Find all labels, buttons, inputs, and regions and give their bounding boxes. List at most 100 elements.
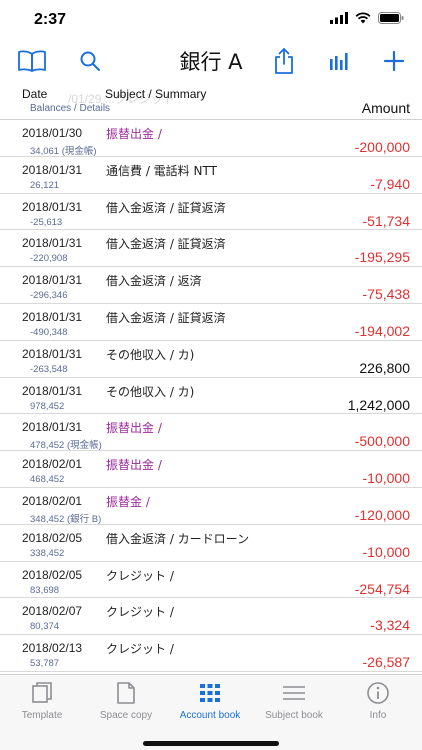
tab-label: Info [369, 710, 387, 721]
wifi-icon [355, 12, 371, 24]
document-icon [117, 682, 135, 704]
row-amount: -254,754 [354, 580, 410, 597]
row-balance: 53,787 [30, 658, 60, 670]
header-subject[interactable]: Subject / Summary [105, 87, 206, 101]
transaction-list[interactable]: 2018/01/30 振替出金 / 34,061 (現金帳) -200,000 … [0, 120, 422, 674]
plus-icon [383, 50, 405, 72]
search-icon [80, 51, 100, 71]
row-balance: -263,548 [30, 363, 68, 375]
row-amount: -10,000 [362, 470, 410, 487]
table-row[interactable]: 2018/02/05 クレジット / 83,698 -254,754 [0, 562, 422, 599]
battery-icon [378, 12, 404, 24]
table-row[interactable]: 2018/01/31 その他収入 / カ) 978,452 1,242,000 [0, 378, 422, 415]
row-balance: 26,121 [30, 179, 60, 191]
status-time: 2:37 [34, 11, 67, 28]
list-icon [283, 686, 305, 700]
book-icon [18, 50, 46, 72]
row-balance: 468,452 [30, 474, 65, 486]
row-date: 2018/02/13 [22, 641, 83, 656]
tab-info[interactable]: Info [336, 679, 420, 725]
table-row[interactable]: 2018/01/31 通信費 / 電話料 NTT 26,121 -7,940 [0, 157, 422, 194]
book-button[interactable] [16, 46, 48, 76]
row-amount: -200,000 [354, 139, 410, 155]
table-row[interactable]: 2018/01/31 その他収入 / カ) -263,548 226,800 [0, 341, 422, 378]
table-row[interactable]: 2018/01/30 振替出金 / 34,061 (現金帳) -200,000 [0, 120, 422, 157]
row-balance: 83,698 [30, 584, 60, 596]
row-date: 2018/02/07 [22, 604, 83, 619]
column-header: /01/29 ...クレジット Date Subject / Summary B… [0, 82, 422, 120]
row-balance: -220,908 [30, 253, 68, 265]
row-subject: クレジット / [106, 642, 174, 657]
table-row[interactable]: 2018/01/31 振替出金 / 478,452 (現金帳) -500,000 [0, 414, 422, 451]
row-subject: 借入金返済 / 証貸返済 [106, 200, 226, 215]
tab-label: Subject book [265, 710, 323, 721]
row-date: 2018/01/31 [22, 236, 83, 251]
row-subject: 借入金返済 / 返済 [106, 274, 202, 289]
row-amount: -75,438 [362, 286, 410, 303]
tab-template[interactable]: Template [0, 679, 84, 725]
row-subject: クレジット / [106, 568, 174, 583]
table-row[interactable]: 2018/02/13 クレジット / 53,787 -26,587 [0, 635, 422, 672]
row-subject: 振替出金 / [106, 458, 162, 473]
table-row[interactable]: 2018/02/05 借入金返済 / カードローン 338,452 -10,00… [0, 525, 422, 562]
table-row[interactable]: 2018/02/01 振替金 / 348,452 (銀行 B) -120,000 [0, 488, 422, 525]
tab-subject-book[interactable]: Subject book [252, 679, 336, 725]
header-amount[interactable]: Amount [362, 100, 410, 116]
share-button[interactable] [268, 46, 300, 76]
row-date: 2018/01/31 [22, 309, 83, 324]
row-subject: 借入金返済 / 証貸返済 [106, 310, 226, 325]
page-title: 銀行 A [179, 50, 243, 74]
row-subject: クレジット / [106, 605, 174, 620]
row-balance: -296,346 [30, 290, 68, 302]
table-row[interactable]: 2018/01/31 借入金返済 / 証貸返済 -220,908 -195,29… [0, 230, 422, 268]
status-icons [330, 12, 404, 24]
row-balance: 478,452 (現金帳) [30, 440, 102, 452]
add-button[interactable] [378, 46, 410, 76]
info-icon [367, 682, 389, 704]
header-date[interactable]: Date [22, 87, 47, 101]
row-amount: -7,940 [370, 175, 410, 192]
header-balances: Balances / Details [30, 103, 111, 114]
row-balance: -25,613 [30, 216, 63, 228]
navigation-bar: 銀行 A [0, 40, 422, 82]
share-icon [275, 48, 293, 74]
row-subject: 振替金 / [106, 494, 150, 509]
row-date: 2018/01/31 [22, 162, 83, 177]
row-date: 2018/01/31 [22, 199, 83, 214]
row-date: 2018/02/01 [22, 457, 83, 472]
table-row[interactable]: 2018/01/31 借入金返済 / 証貸返済 -25,613 -51,734 [0, 194, 422, 231]
row-subject: その他収入 / カ) [106, 347, 195, 362]
row-balance: 348,452 (銀行 B) [30, 513, 102, 525]
row-amount: -120,000 [354, 506, 410, 523]
table-row[interactable]: 2018/02/07 クレジット / 80,374 -3,324 [0, 598, 422, 636]
row-amount: -194,002 [354, 322, 410, 339]
chart-button[interactable] [324, 46, 356, 76]
bar-chart-icon [330, 53, 348, 70]
row-balance: -490,348 [30, 326, 68, 338]
row-amount: -500,000 [354, 433, 410, 450]
tab-label: Template [21, 710, 63, 721]
home-indicator [143, 741, 279, 746]
row-balance: 34,061 (現金帳) [30, 146, 97, 157]
tab-space-copy[interactable]: Space copy [84, 679, 168, 725]
status-bar: 2:37 [0, 0, 422, 40]
template-icon [32, 682, 52, 703]
row-balance: 978,452 [30, 400, 65, 412]
row-subject: 振替出金 / [106, 127, 162, 141]
row-balance: 80,374 [30, 621, 60, 633]
row-date: 2018/02/05 [22, 567, 83, 582]
tab-account-book[interactable]: Account book [168, 679, 252, 725]
table-row[interactable]: 2018/01/31 借入金返済 / 返済 -296,346 -75,438 [0, 267, 422, 304]
row-amount: -10,000 [362, 543, 410, 560]
row-date: 2018/01/31 [22, 383, 83, 398]
search-button[interactable] [74, 46, 106, 76]
table-row[interactable]: 2018/01/31 借入金返済 / 証貸返済 -490,348 -194,00… [0, 304, 422, 341]
tab-label: Account book [179, 710, 241, 721]
row-amount: -195,295 [354, 249, 410, 266]
row-date: 2018/02/05 [22, 530, 83, 545]
table-row[interactable]: 2018/02/01 振替出金 / 468,452 -10,000 [0, 451, 422, 488]
row-balance: 338,452 [30, 547, 65, 559]
row-amount: 1,242,000 [347, 396, 410, 413]
signal-icon [330, 12, 348, 24]
row-subject: その他収入 / カ) [106, 384, 195, 399]
